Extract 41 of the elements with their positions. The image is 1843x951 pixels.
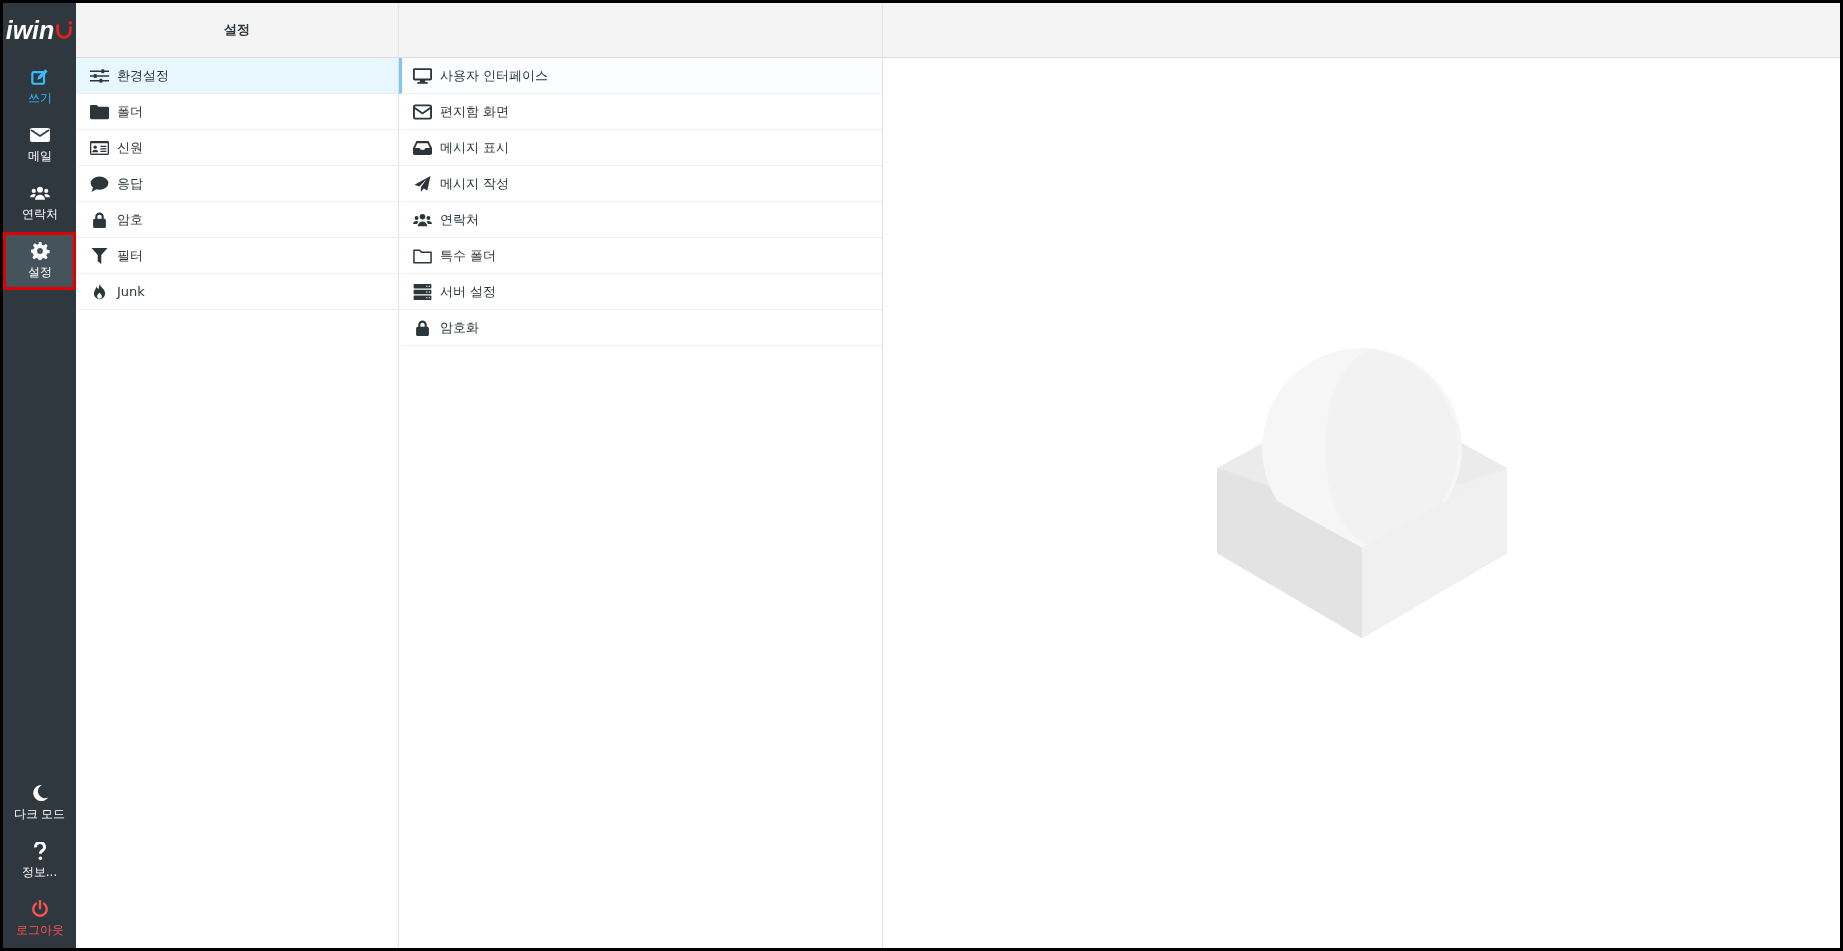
list-item[interactable]: 서버 설정 bbox=[399, 274, 882, 310]
folder-icon bbox=[89, 103, 109, 120]
folder-icon bbox=[412, 247, 432, 264]
list-item[interactable]: 특수 폴더 bbox=[399, 238, 882, 274]
list-item[interactable]: 사용자 인터페이스 bbox=[399, 58, 882, 94]
list-item[interactable]: Junk bbox=[76, 274, 398, 310]
list-item[interactable]: 신원 bbox=[76, 130, 398, 166]
smile-icon bbox=[55, 19, 74, 42]
id-card-icon bbox=[89, 139, 109, 156]
list-item[interactable]: 필터 bbox=[76, 238, 398, 274]
list-item[interactable]: 암호 bbox=[76, 202, 398, 238]
list-item[interactable]: 암호화 bbox=[399, 310, 882, 346]
nav-item[interactable]: 다크 모드 bbox=[3, 774, 76, 832]
people-icon bbox=[412, 211, 432, 228]
sliders-icon bbox=[89, 67, 109, 84]
gear-icon bbox=[29, 241, 50, 260]
nav-item[interactable]: 메일 bbox=[3, 116, 76, 174]
nav-item[interactable]: 연락처 bbox=[3, 174, 76, 232]
server-icon bbox=[412, 283, 432, 300]
list-item[interactable]: 편지함 화면 bbox=[399, 94, 882, 130]
inbox-tray-icon bbox=[412, 139, 432, 156]
list-item[interactable]: 응답 bbox=[76, 166, 398, 202]
list-item[interactable]: 폴더 bbox=[76, 94, 398, 130]
nav-item[interactable]: 쓰기 bbox=[3, 58, 76, 116]
power-icon bbox=[29, 899, 50, 918]
nav-item[interactable]: 설정 bbox=[3, 232, 76, 290]
logo-text: iwin bbox=[5, 18, 55, 43]
envelope-icon bbox=[412, 103, 432, 120]
column-title: 설정 bbox=[224, 21, 250, 39]
monitor-icon bbox=[412, 67, 432, 84]
list-item[interactable]: 메시지 표시 bbox=[399, 130, 882, 166]
list-item[interactable]: 환경설정 bbox=[76, 58, 398, 94]
list-item[interactable]: 메시지 작성 bbox=[399, 166, 882, 202]
envelope-icon bbox=[29, 125, 50, 144]
paper-plane-icon bbox=[412, 175, 432, 192]
nav-item[interactable]: 정보... bbox=[3, 832, 76, 890]
funnel-icon bbox=[89, 247, 109, 264]
nav-item[interactable]: 로그아웃 bbox=[3, 890, 76, 948]
speech-bubble-icon bbox=[89, 175, 109, 192]
edit-icon bbox=[29, 67, 50, 86]
list-item[interactable]: 연락처 bbox=[399, 202, 882, 238]
